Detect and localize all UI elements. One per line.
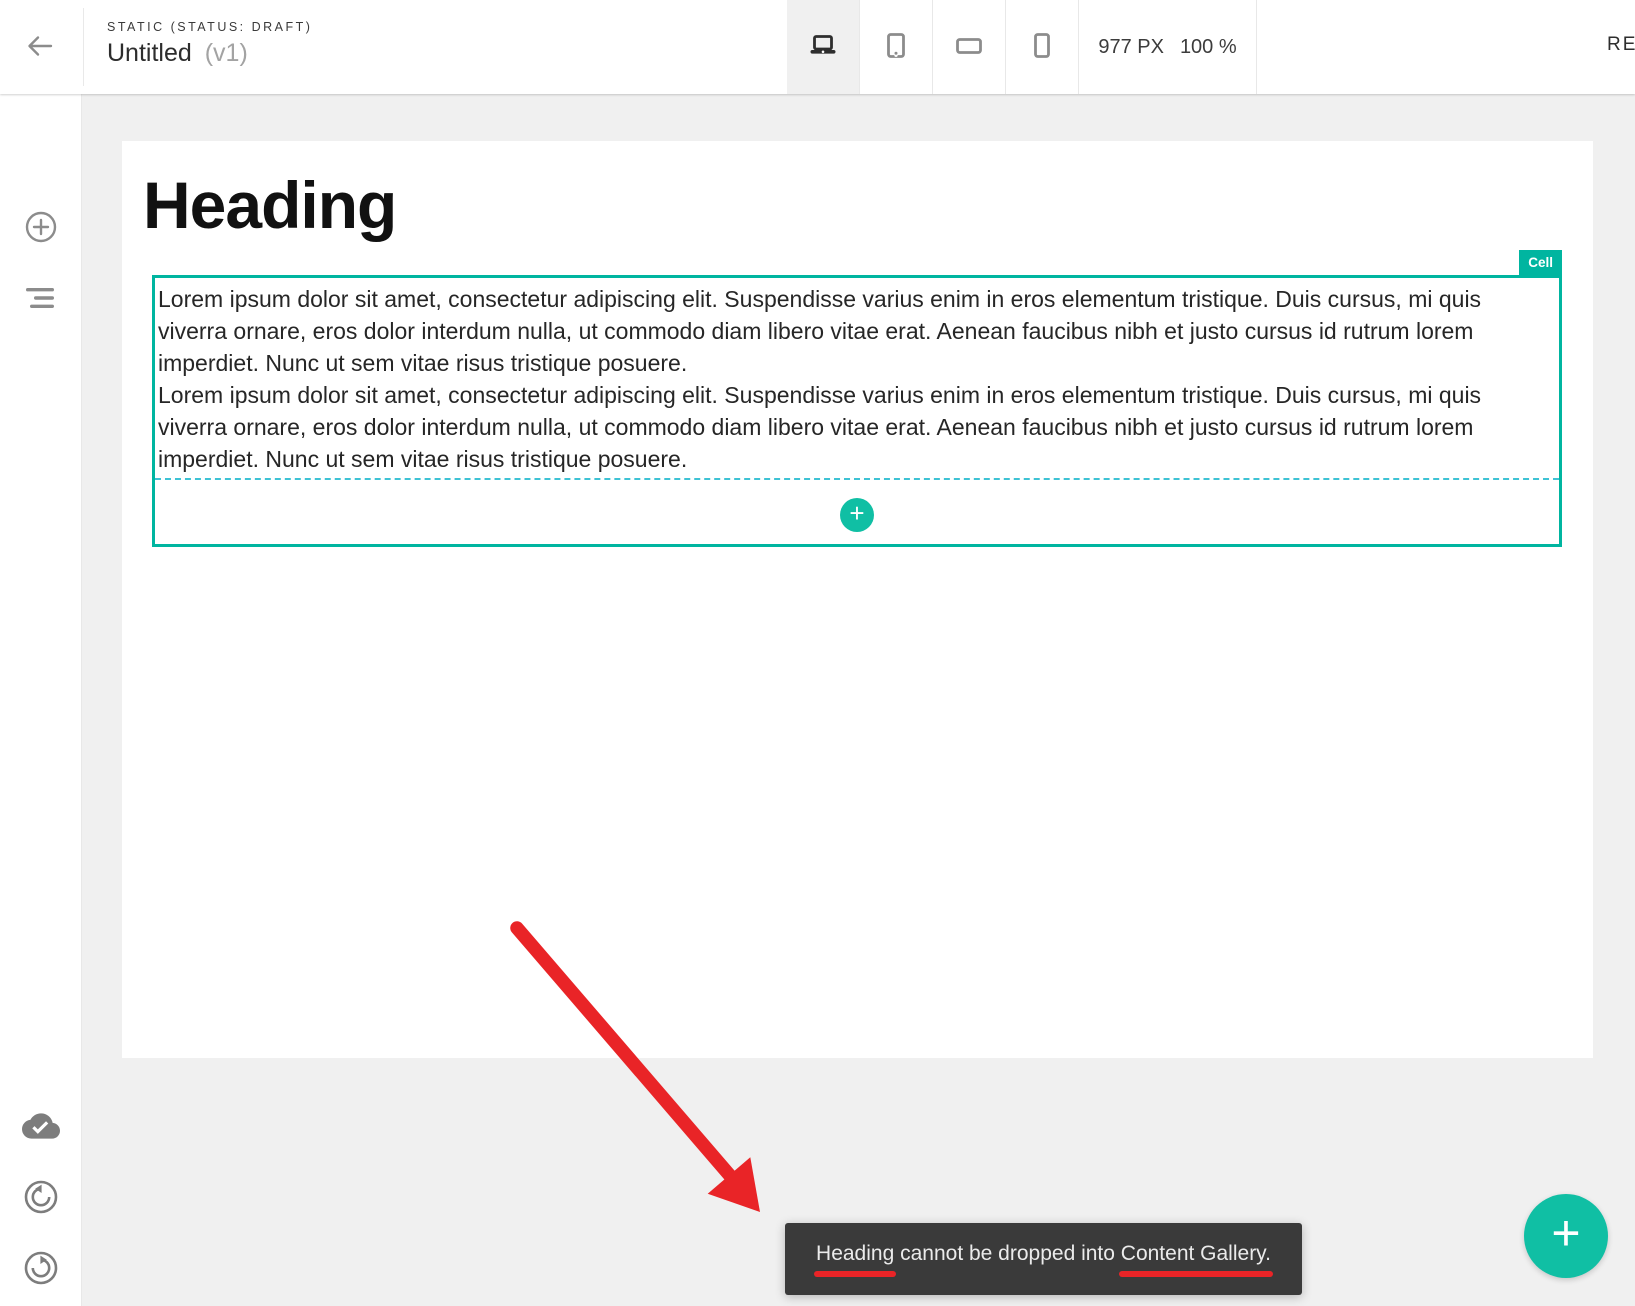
redo-button[interactable] (22, 1249, 60, 1287)
top-bar: STATIC (STATUS: DRAFT) Untitled (v1) (0, 0, 1635, 94)
paragraph[interactable]: Lorem ipsum dolor sit amet, consectetur … (158, 379, 1547, 475)
device-landscape-button[interactable] (933, 0, 1006, 94)
page-canvas: Heading Cell Lorem ipsum dolor sit amet,… (122, 141, 1593, 1058)
back-button[interactable] (22, 29, 58, 65)
cell-tag-label: Cell (1519, 250, 1562, 275)
status-label: STATIC (STATUS: DRAFT) (107, 20, 312, 34)
cell-text-block[interactable]: Lorem ipsum dolor sit amet, consectetur … (155, 278, 1559, 478)
plus-icon: + (1551, 1204, 1580, 1262)
topbar-divider (83, 8, 84, 86)
drop-denied-tooltip: Heading cannot be dropped into Content G… (785, 1223, 1302, 1295)
review-button[interactable]: REVIEW (1607, 34, 1635, 56)
device-tablet-button[interactable] (860, 0, 933, 94)
tooltip-subject: Heading (816, 1242, 894, 1266)
undo-button[interactable] (22, 1178, 60, 1216)
tablet-icon (879, 29, 913, 66)
add-component-button[interactable] (23, 209, 59, 245)
left-toolbar (0, 94, 82, 1306)
zoom-level-value: 100 % (1180, 36, 1237, 59)
paragraph[interactable]: Lorem ipsum dolor sit amet, consectetur … (158, 283, 1547, 379)
selected-cell[interactable]: Cell Lorem ipsum dolor sit amet, consect… (152, 275, 1562, 547)
fab-add-button[interactable]: + (1524, 1194, 1608, 1278)
outline-lines-icon (24, 298, 58, 313)
tooltip-target: Content Gallery. (1121, 1242, 1271, 1266)
document-title: Untitled (107, 39, 192, 67)
cell-drop-divider (155, 478, 1559, 480)
plus-circle-icon (23, 233, 59, 248)
cloud-check-icon (22, 1132, 60, 1149)
viewport-info: 977 PX 100 % (1079, 0, 1257, 94)
page-heading[interactable]: Heading (143, 169, 396, 241)
saved-indicator (22, 1107, 60, 1145)
phone-portrait-icon (1025, 29, 1059, 66)
document-title-block: STATIC (STATUS: DRAFT) Untitled (v1) (107, 20, 312, 68)
device-preview-switcher (787, 0, 1079, 94)
viewport-width-value: 977 PX (1098, 36, 1164, 59)
phone-landscape-icon (952, 29, 986, 66)
device-desktop-button[interactable] (787, 0, 860, 94)
redo-restore-icon (22, 1275, 60, 1290)
cell-add-button[interactable]: + (840, 498, 874, 532)
laptop-icon (806, 29, 840, 66)
document-title-line: Untitled (v1) (107, 39, 312, 68)
outline-button[interactable] (24, 286, 58, 310)
document-version: (v1) (205, 39, 248, 67)
red-arrow-icon (498, 1213, 788, 1230)
plus-icon: + (849, 498, 864, 529)
arrow-left-icon (23, 51, 57, 66)
device-mobile-button[interactable] (1006, 0, 1079, 94)
tooltip-middle-text: cannot be dropped into (894, 1242, 1121, 1266)
undo-restore-icon (22, 1204, 60, 1219)
